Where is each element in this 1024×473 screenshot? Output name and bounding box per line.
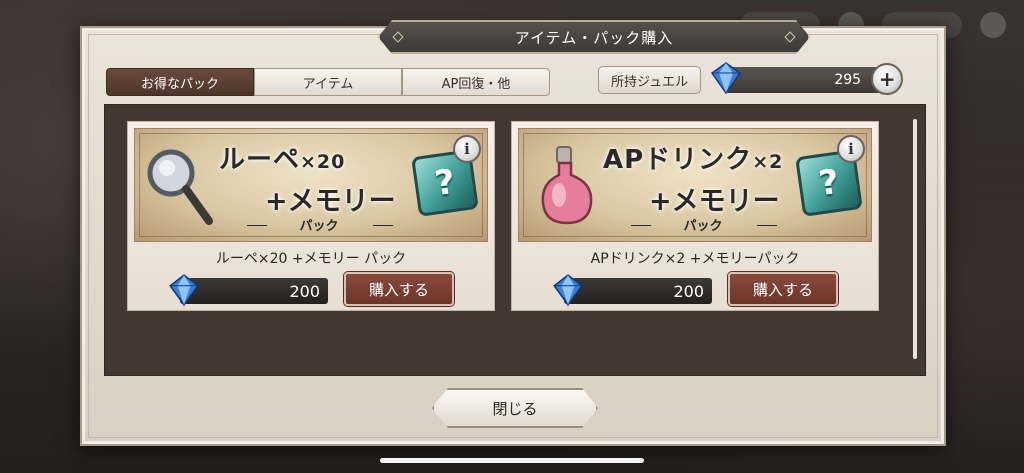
info-icon[interactable]: i [837, 135, 865, 163]
banner-title-line2: +メモリー [649, 186, 780, 217]
magnifier-icon [147, 149, 213, 225]
pack-banner[interactable]: ルーペ×20 +メモリー パック ? i [134, 128, 488, 242]
jewel-balance: 所持ジュエル 295 + [598, 62, 904, 95]
banner-title-line2: +メモリー [265, 186, 396, 217]
dialog-title: アイテム・パック購入 [514, 28, 674, 47]
buy-button[interactable]: 購入する [344, 272, 454, 306]
tab-value-packs[interactable]: お得なパック [106, 68, 254, 96]
dialog-title-plate: アイテム・パック購入 [378, 20, 810, 54]
banner-title-line1: ルーペ×20 [219, 145, 346, 175]
pack-card: ルーペ×20 +メモリー パック ? i ルーペ×20 +メモリー パック 20… [127, 121, 495, 311]
info-icon[interactable]: i [453, 135, 481, 163]
pack-price: 200 [180, 278, 328, 304]
jewel-icon [553, 274, 583, 307]
plus-icon: + [878, 67, 896, 91]
home-indicator[interactable] [380, 458, 644, 463]
add-jewel-button[interactable]: + [871, 63, 904, 95]
close-button[interactable]: 閉じる [432, 388, 598, 428]
jewel-icon [711, 62, 742, 95]
buy-button[interactable]: 購入する [728, 272, 838, 306]
jewel-amount-bar: 295 + [711, 62, 904, 95]
purchase-dialog: アイテム・パック購入 お得なパック アイテム AP回復・他 所持ジュエル 295… [80, 26, 946, 446]
pack-banner[interactable]: APドリンク×2 +メモリー パック ? i [518, 128, 872, 242]
banner-title-line3: パック [299, 219, 339, 234]
pack-name: ルーペ×20 +メモリー パック [215, 251, 407, 267]
owned-jewel-button[interactable]: 所持ジュエル [598, 66, 702, 94]
banner-title-line1: APドリンク×2 [603, 145, 784, 175]
jewel-icon [169, 274, 199, 307]
pack-list: ルーペ×20 +メモリー パック ? i ルーペ×20 +メモリー パック 20… [104, 104, 926, 376]
tab-ap-recovery[interactable]: AP回復・他 [402, 68, 550, 96]
ornament-left-icon [392, 31, 403, 42]
category-tabs: お得なパック アイテム AP回復・他 [106, 68, 550, 96]
jewel-amount: 295 [834, 72, 862, 88]
banner-title-line3: パック [683, 219, 723, 234]
tab-items[interactable]: アイテム [254, 68, 402, 96]
potion-icon [541, 146, 593, 225]
pack-card: APドリンク×2 +メモリー パック ? i APドリンク×2 +メモリーパック… [511, 121, 879, 311]
pack-price: 200 [564, 278, 712, 304]
pack-name: APドリンク×2 +メモリーパック [590, 251, 800, 267]
scrollbar[interactable] [913, 119, 917, 359]
ornament-right-icon [784, 31, 795, 42]
